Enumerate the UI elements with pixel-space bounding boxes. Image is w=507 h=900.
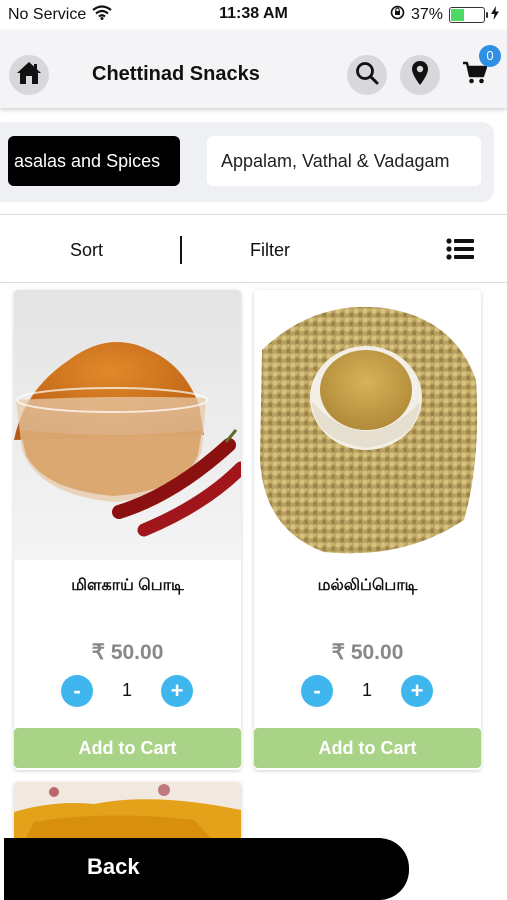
battery-icon — [449, 7, 488, 23]
battery-level-fill — [451, 9, 464, 21]
page-title: Chettinad Snacks — [92, 63, 260, 85]
decrease-quantity-button[interactable]: - — [61, 675, 93, 707]
back-button-label: Back — [87, 854, 140, 879]
divider — [0, 282, 507, 283]
product-image[interactable] — [14, 290, 241, 560]
increase-quantity-button[interactable]: + — [161, 675, 193, 707]
product-name[interactable]: மிளகாய் பொடி — [14, 576, 241, 596]
category-chip-active[interactable]: asalas and Spices — [8, 136, 180, 186]
product-price: ₹ 50.00 — [91, 641, 164, 664]
decrease-quantity-button[interactable]: - — [301, 675, 333, 707]
home-icon — [16, 61, 42, 90]
back-button[interactable]: Back — [4, 838, 409, 900]
cart-button[interactable]: 0 — [455, 45, 501, 95]
product-card[interactable]: மல்லிப்பொடி ₹ 50.00 - 1 + Add to Cart — [254, 290, 481, 770]
quantity-value: 1 — [361, 680, 372, 700]
wifi-icon — [92, 5, 112, 25]
product-name[interactable]: மல்லிப்பொடி — [254, 576, 481, 596]
product-image[interactable] — [14, 782, 241, 842]
status-bar: No Service 11:38 AM 37% — [0, 0, 507, 30]
charging-icon — [491, 5, 499, 25]
status-right: 37% — [390, 5, 499, 25]
location-button[interactable] — [400, 55, 440, 95]
search-button[interactable] — [347, 55, 387, 95]
sort-filter-bar: Sort Filter — [0, 218, 507, 282]
add-to-cart-button[interactable]: Add to Cart — [14, 728, 241, 768]
quantity-stepper: - 1 + — [254, 675, 481, 707]
orientation-lock-icon — [390, 5, 405, 25]
app-screen: No Service 11:38 AM 37% Chettinad Snacks… — [0, 0, 507, 900]
carrier-label: No Service — [8, 6, 87, 23]
product-price: ₹ 50.00 — [331, 641, 404, 664]
product-card-partial[interactable] — [14, 782, 241, 842]
sort-filter-separator — [180, 236, 182, 264]
sort-button[interactable]: Sort — [70, 240, 103, 261]
quantity-stepper: - 1 + — [14, 675, 241, 707]
increase-quantity-button[interactable]: + — [401, 675, 433, 707]
quantity-value: 1 — [121, 680, 132, 700]
location-pin-icon — [411, 60, 429, 91]
app-header: Chettinad Snacks 0 — [0, 30, 507, 108]
product-image[interactable] — [254, 290, 481, 560]
filter-button[interactable]: Filter — [250, 240, 290, 261]
list-view-icon[interactable] — [446, 238, 474, 265]
divider — [0, 214, 507, 215]
cart-count-badge: 0 — [479, 45, 501, 67]
product-card[interactable]: மிளகாய் பொடி ₹ 50.00 - 1 + Add to Cart — [14, 290, 241, 770]
home-button[interactable] — [9, 55, 49, 95]
battery-percent: 37% — [410, 6, 443, 23]
add-to-cart-button[interactable]: Add to Cart — [254, 728, 481, 768]
status-left: No Service — [8, 5, 112, 25]
search-icon — [355, 61, 379, 90]
category-chip[interactable]: Appalam, Vathal & Vadagam — [207, 136, 481, 186]
category-scroller[interactable]: asalas and Spices Appalam, Vathal & Vada… — [0, 122, 494, 202]
